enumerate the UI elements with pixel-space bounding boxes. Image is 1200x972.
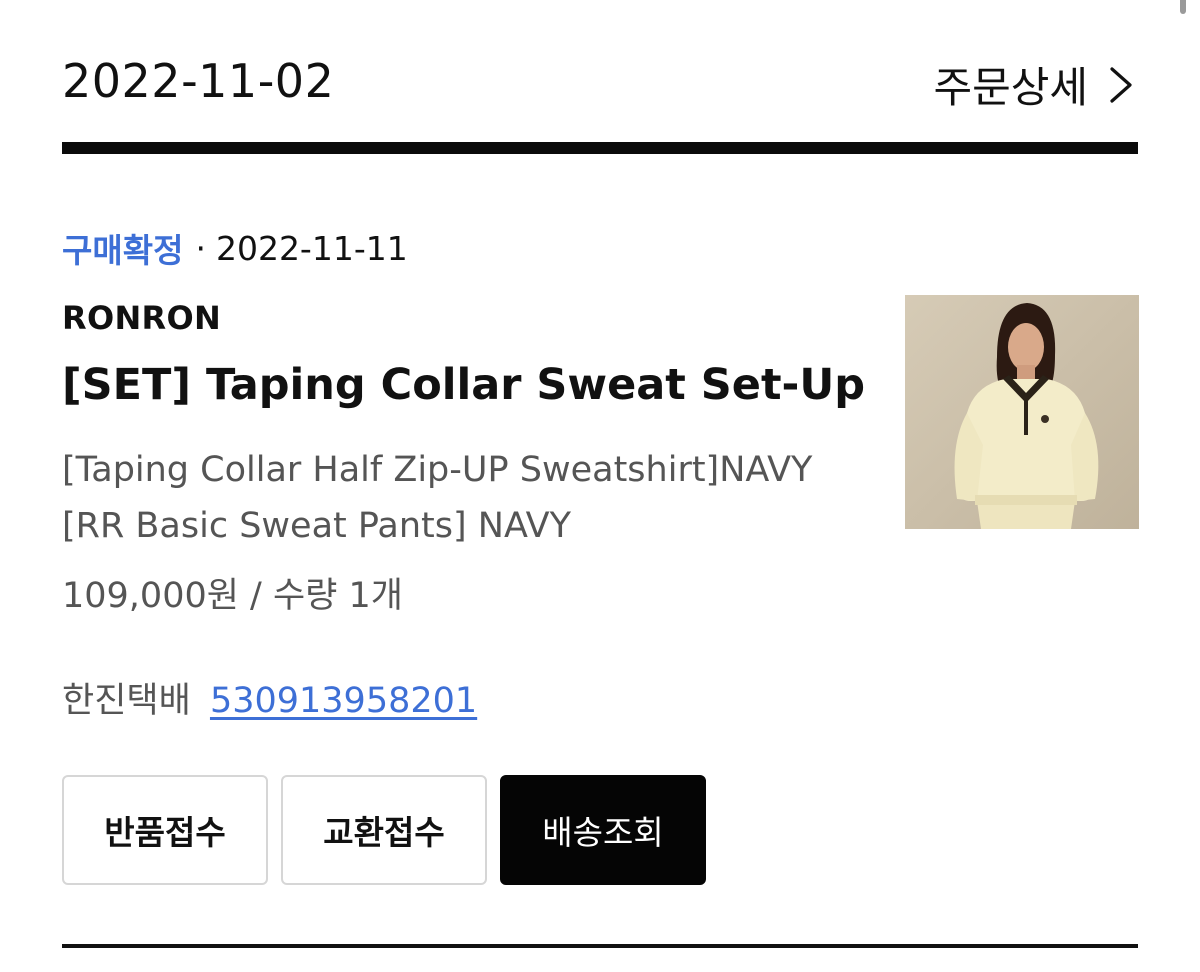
- chevron-right-icon: [1102, 65, 1138, 105]
- product-name[interactable]: [SET] Taping Collar Sweat Set-Up: [62, 360, 865, 410]
- tracking-number-link[interactable]: 530913958201: [210, 681, 477, 721]
- order-detail-link[interactable]: 주문상세: [933, 54, 1138, 115]
- brand-name[interactable]: RONRON: [62, 299, 221, 337]
- order-header: 2022-11-02 주문상세: [62, 48, 1138, 118]
- product-photo: [905, 295, 1139, 529]
- order-page: 2022-11-02 주문상세 구매확정 · 2022-11-11 RONRON…: [0, 0, 1200, 972]
- track-shipment-button[interactable]: 배송조회: [500, 775, 706, 885]
- exchange-request-button[interactable]: 교환접수: [281, 775, 487, 885]
- return-request-button[interactable]: 반품접수: [62, 775, 268, 885]
- status-separator: ·: [195, 228, 206, 268]
- shipping-info: 한진택배 530913958201: [62, 672, 477, 723]
- order-status-line: 구매확정 · 2022-11-11: [62, 224, 408, 272]
- order-detail-label: 주문상세: [933, 63, 1088, 112]
- order-actions: 반품접수 교환접수 배송조회: [62, 775, 706, 885]
- bottom-divider: [62, 944, 1138, 948]
- scrollbar[interactable]: [1180, 0, 1186, 14]
- price-quantity: 109,000원 / 수량 1개: [62, 576, 403, 616]
- status-badge: 구매확정: [62, 231, 184, 270]
- order-date: 2022-11-02: [62, 54, 335, 108]
- product-option: [Taping Collar Half Zip-UP Sweatshirt]NA…: [62, 450, 813, 546]
- carrier-name: 한진택배: [62, 681, 191, 721]
- status-date: 2022-11-11: [215, 228, 408, 268]
- section-divider: [62, 142, 1138, 154]
- product-thumbnail[interactable]: [905, 295, 1139, 529]
